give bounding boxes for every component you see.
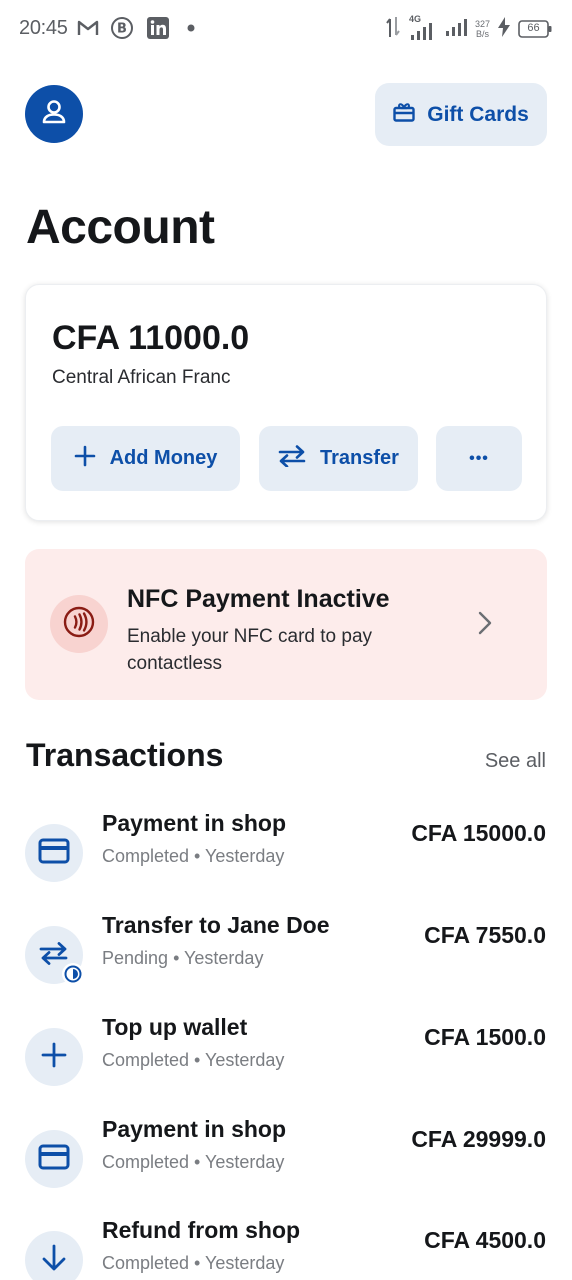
transaction-meta: Completed • Yesterday	[102, 1050, 285, 1070]
transaction-date: Yesterday	[205, 1152, 285, 1172]
balance-currency: Central African Franc	[52, 367, 231, 388]
transaction-title: Top up wallet	[102, 1014, 248, 1040]
linkedin-icon	[146, 16, 170, 40]
transaction-amount: CFA 29999.0	[411, 1126, 546, 1152]
signal-icon	[445, 16, 467, 43]
card-icon	[38, 838, 70, 869]
see-all-link[interactable]: See all	[485, 750, 546, 773]
transaction-status: Completed	[102, 846, 190, 866]
transaction-meta: Completed • Yesterday	[102, 846, 285, 866]
plus-icon	[74, 445, 96, 472]
transaction-amount: CFA 1500.0	[424, 1024, 546, 1050]
add-money-label: Add Money	[109, 447, 218, 469]
transaction-status: Completed	[102, 1050, 190, 1070]
transaction-icon-badge	[25, 926, 84, 985]
transaction-amount: CFA 15000.0	[411, 820, 546, 846]
transaction-status: Completed	[102, 1152, 190, 1172]
gift-cards-label: Gift Cards	[427, 102, 529, 126]
nfc-title: NFC Payment Inactive	[127, 585, 390, 613]
gift-cards-button[interactable]: Gift Cards	[375, 83, 547, 146]
transaction-row[interactable]: Payment in shop Completed • Yesterday CF…	[0, 1116, 572, 1226]
transfer-icon	[278, 445, 306, 472]
transaction-row[interactable]: Transfer to Jane Doe Pending • Yesterday…	[0, 912, 572, 1022]
transaction-title: Transfer to Jane Doe	[102, 912, 330, 938]
transaction-amount: CFA 7550.0	[424, 922, 546, 948]
nfc-icon	[63, 606, 95, 643]
transaction-date: Yesterday	[205, 1050, 285, 1070]
pending-icon	[62, 963, 84, 985]
transaction-title: Payment in shop	[102, 810, 287, 836]
transaction-status: Pending	[102, 948, 169, 968]
transaction-status: Completed	[102, 1253, 190, 1273]
transaction-meta: Pending • Yesterday	[102, 948, 264, 968]
transaction-date: Yesterday	[205, 1253, 285, 1273]
nfc-description: Enable your NFC card to pay contactless	[127, 626, 373, 674]
battery-level: 66	[527, 22, 540, 34]
more-icon: •••	[469, 449, 489, 467]
data-arrows-icon	[385, 16, 401, 43]
gmail-icon	[76, 16, 100, 40]
transaction-row[interactable]: Payment in shop Completed • Yesterday CF…	[0, 810, 572, 920]
svg-text:B: B	[117, 22, 127, 37]
nfc-banner[interactable]: NFC Payment Inactive Enable your NFC car…	[25, 549, 547, 700]
transactions-heading: Transactions	[26, 737, 224, 773]
balance-amount: CFA 11000.0	[52, 319, 250, 357]
signal-icon: 4G	[409, 14, 437, 42]
transaction-meta: Completed • Yesterday	[102, 1152, 285, 1172]
profile-button[interactable]	[25, 85, 83, 143]
transaction-title: Payment in shop	[102, 1116, 287, 1142]
card-icon	[38, 1144, 70, 1175]
plus-icon	[41, 1042, 67, 1073]
transaction-meta: Completed • Yesterday	[102, 1253, 285, 1273]
add-money-button[interactable]: Add Money	[51, 426, 240, 491]
user-icon	[40, 98, 68, 131]
transaction-title: Refund from shop	[102, 1217, 301, 1243]
page-title: Account	[26, 201, 215, 254]
gift-icon	[393, 102, 415, 127]
more-options-button[interactable]: •••	[436, 426, 522, 491]
transaction-icon-badge	[25, 824, 83, 882]
transaction-date: Yesterday	[205, 846, 285, 866]
network-speed: 327 B/s	[475, 19, 490, 39]
status-right: 4G 327 B/s 66	[385, 14, 552, 44]
nfc-icon-badge	[50, 595, 108, 653]
chevron-right-icon	[478, 611, 492, 640]
dot-icon	[186, 16, 196, 40]
transaction-icon-badge	[25, 1130, 83, 1188]
transaction-icon-badge	[25, 1028, 83, 1086]
charging-icon	[498, 16, 510, 42]
b-icon: B	[110, 16, 134, 40]
transaction-icon-badge	[25, 1231, 83, 1280]
balance-card: CFA 11000.0 Central African Franc Add Mo…	[25, 284, 547, 521]
transfer-label: Transfer	[320, 447, 399, 469]
transaction-date: Yesterday	[184, 948, 264, 968]
speed-value: 327	[474, 19, 490, 29]
transaction-row[interactable]: Refund from shop Completed • Yesterday C…	[0, 1217, 572, 1280]
transaction-amount: CFA 4500.0	[424, 1227, 546, 1253]
transfer-button[interactable]: Transfer	[259, 426, 418, 491]
speed-unit: B/s	[475, 29, 489, 39]
status-time: 20:45	[19, 17, 68, 39]
transaction-row[interactable]: Top up wallet Completed • Yesterday CFA …	[0, 1014, 572, 1124]
status-bar: 20:45 B 4G 327 B/s 66	[0, 0, 572, 58]
arrow-down-icon	[41, 1244, 67, 1277]
battery-icon: 66	[518, 20, 552, 38]
